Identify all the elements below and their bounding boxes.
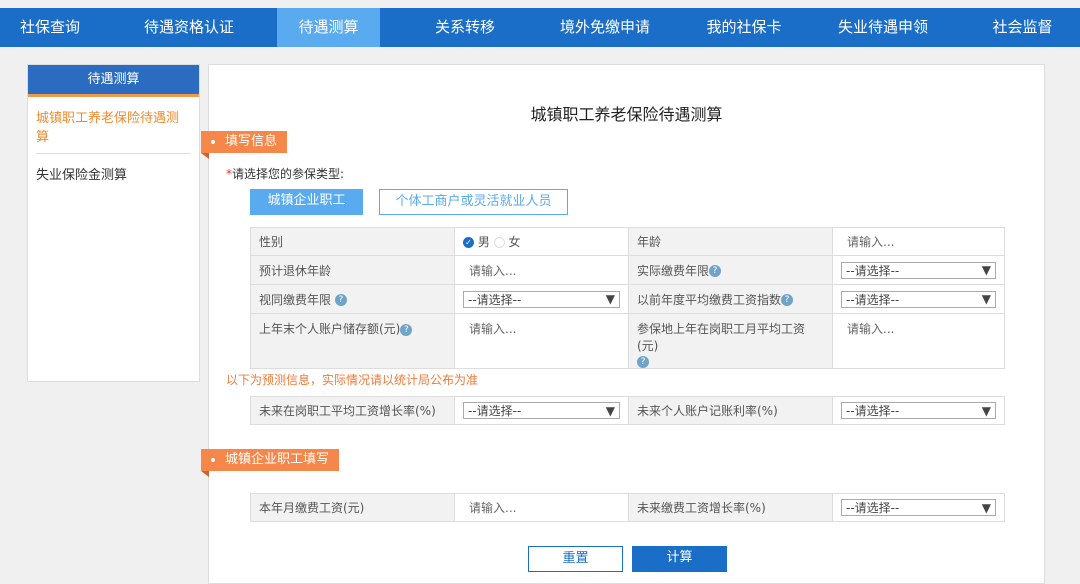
interest-rate-select[interactable]: --请选择-- ▼ — [841, 402, 996, 419]
calculate-button[interactable]: 计算 — [632, 546, 727, 572]
dropdown-arrow-icon: ▼ — [605, 403, 615, 418]
reset-button[interactable]: 重置 — [528, 546, 623, 572]
label-gender: 性别 — [250, 227, 455, 256]
dropdown-arrow-icon: ▼ — [981, 292, 991, 306]
enterprise-table: 本年月缴费工资(元) 请输入... 未来缴费工资增长率(%) --请选择-- ▼ — [250, 493, 1005, 522]
pay-growth-select[interactable]: --请选择-- ▼ — [841, 499, 996, 516]
label-age: 年龄 — [628, 227, 833, 256]
radio-male-checked-icon[interactable]: ✓ — [463, 237, 474, 248]
gender-radio-group: ✓ 男 女 — [454, 227, 629, 256]
avg-wage-input[interactable]: 请输入... — [832, 313, 1005, 369]
age-input[interactable]: 请输入... — [832, 227, 1005, 256]
select-value: --请选择-- — [468, 292, 522, 307]
help-icon[interactable]: ? — [400, 323, 413, 336]
dropdown-arrow-icon: ▼ — [981, 403, 991, 418]
label-text: 实际缴费年限 — [637, 263, 710, 278]
sidebar-item-pension[interactable]: 城镇职工养老保险待遇测算 — [36, 97, 191, 154]
label-text: 上年末个人账户储存额(元) — [259, 322, 401, 336]
select-value: --请选择-- — [846, 501, 900, 515]
label-month-wage: 本年月缴费工资(元) — [250, 493, 455, 522]
tab-qualification[interactable]: 待遇资格认证 — [130, 8, 248, 47]
avg-index-select[interactable]: --请选择-- ▼ — [841, 290, 996, 308]
type-prompt: *请选择您的参保类型: — [226, 165, 344, 182]
label-avg-index: 以前年度平均缴费工资指数? — [628, 284, 833, 314]
balance-input[interactable]: 请输入... — [454, 313, 629, 369]
sidebar-header: 待遇测算 — [28, 65, 199, 97]
help-icon[interactable]: ? — [334, 294, 347, 306]
tab-unemployment[interactable]: 失业待遇申领 — [822, 8, 944, 47]
retire-age-input[interactable]: 请输入... — [454, 255, 629, 285]
dropdown-arrow-icon: ▼ — [981, 500, 991, 515]
label-retire-age: 预计退休年龄 — [250, 255, 455, 285]
main-panel: 城镇职工养老保险待遇测算 填写信息 *请选择您的参保类型: 城镇企业职工 个体工… — [201, 64, 1045, 584]
sidebar: 待遇测算 城镇职工养老保险待遇测算 失业保险金测算 — [27, 64, 200, 382]
label-pay-growth: 未来缴费工资增长率(%) — [628, 493, 833, 522]
tab-transfer[interactable]: 关系转移 — [415, 8, 515, 47]
tab-social-query[interactable]: 社保查询 — [0, 8, 100, 47]
tab-benefit-calc[interactable]: 待遇测算 — [277, 8, 380, 47]
tab-supervision[interactable]: 社会监督 — [975, 8, 1070, 47]
male-label: 男 — [477, 235, 490, 249]
select-value: --请选择-- — [846, 263, 900, 278]
type-individual-button[interactable]: 个体工商户或灵活就业人员 — [379, 189, 568, 215]
label-avg-wage: 参保地上年在岗职工月平均工资(元)? — [628, 313, 833, 369]
female-label: 女 — [508, 235, 521, 249]
help-icon[interactable]: ? — [709, 265, 722, 277]
info-table: 性别 ✓ 男 女 年龄 请输入... 预计退休年龄 请输入... 实际缴费年限?… — [250, 227, 1005, 369]
select-value: --请选择-- — [846, 404, 900, 418]
select-value: --请选择-- — [846, 292, 900, 307]
select-value: --请选择-- — [468, 404, 522, 418]
help-icon[interactable]: ? — [637, 355, 649, 368]
deemed-years-select[interactable]: --请选择-- ▼ — [463, 290, 620, 308]
dropdown-arrow-icon: ▼ — [605, 292, 615, 306]
section-fill-info: 填写信息 — [201, 131, 288, 159]
wage-growth-select[interactable]: --请选择-- ▼ — [463, 402, 620, 419]
page-title: 城镇职工养老保险待遇测算 — [530, 105, 723, 124]
label-text: 以前年度平均缴费工资指数 — [637, 292, 782, 307]
type-enterprise-button[interactable]: 城镇企业职工 — [250, 189, 363, 215]
forecast-notice: 以下为预测信息，实际情况请以统计局公布为准 — [226, 373, 479, 387]
help-icon[interactable]: ? — [781, 294, 794, 306]
month-wage-input[interactable]: 请输入... — [454, 493, 629, 522]
type-prompt-label: 请选择您的参保类型: — [232, 167, 345, 181]
label-interest-rate: 未来个人账户记账利率(%) — [628, 396, 833, 425]
radio-female-icon[interactable] — [493, 237, 505, 248]
sidebar-item-unemployment[interactable]: 失业保险金测算 — [36, 154, 191, 191]
label-balance: 上年末个人账户储存额(元)? — [250, 313, 455, 369]
section-enterprise: 城镇企业职工填写 — [201, 449, 340, 477]
label-text: 参保地上年在岗职工月平均工资(元) — [637, 322, 806, 353]
label-text: 视同缴费年限 — [259, 292, 332, 307]
tab-my-card[interactable]: 我的社保卡 — [690, 8, 798, 47]
tab-overseas[interactable]: 境外免缴申请 — [545, 8, 665, 47]
top-nav: 社保查询 待遇资格认证 待遇测算 关系转移 境外免缴申请 我的社保卡 失业待遇申… — [0, 8, 1080, 47]
label-wage-growth: 未来在岗职工平均工资增长率(%) — [250, 396, 455, 425]
actual-years-select[interactable]: --请选择-- ▼ — [841, 261, 996, 279]
label-actual-years: 实际缴费年限? — [628, 255, 833, 285]
dropdown-arrow-icon: ▼ — [981, 263, 991, 277]
label-deemed-years: 视同缴费年限 ? — [250, 284, 455, 314]
forecast-table: 未来在岗职工平均工资增长率(%) --请选择-- ▼ 未来个人账户记账利率(%) … — [250, 396, 1005, 425]
